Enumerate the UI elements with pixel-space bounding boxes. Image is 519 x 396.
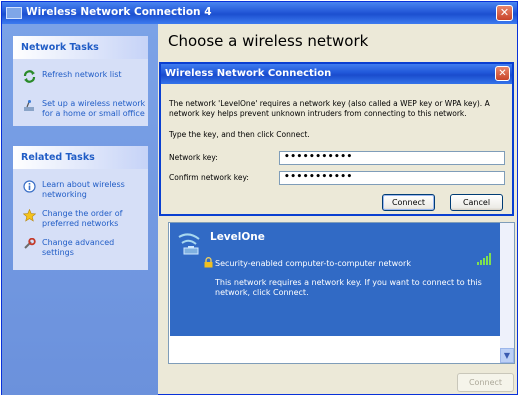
network-key-label: Network key: [169,153,218,162]
network-key-dialog: Wireless Network Connection ✕ The networ… [159,62,514,216]
confirm-network-key-label: Confirm network key: [169,173,249,182]
task-learn-wireless[interactable]: Learn about wireless networking [13,180,148,200]
cancel-button[interactable]: Cancel [450,194,503,211]
network-message: This network requires a network key. If … [215,278,482,298]
refresh-icon [23,70,36,83]
task-setup-network[interactable]: Set up a wireless network for a home or … [13,99,148,119]
window-title: Wireless Network Connection 4 [26,6,212,18]
task-label-line2: networking [42,190,87,199]
wireless-network-icon [178,233,200,255]
task-label-line2: for a home or small office [42,109,145,118]
related-tasks-heading: Related Tasks [13,146,148,169]
task-label: Refresh network list [42,70,122,79]
star-icon [23,209,36,222]
network-key-field[interactable]: ••••••••••• [279,151,505,165]
task-label-line1: Change the order of [42,209,123,218]
network-security-status: Security-enabled computer-to-computer ne… [215,259,411,268]
network-tasks-panel: Network Tasks Refresh network list Set u… [13,36,148,126]
network-icon [6,7,22,19]
network-item-levelone[interactable]: LevelOne Security-enabled computer-to-co… [170,223,501,336]
task-change-order[interactable]: Change the order of preferred networks [13,209,148,229]
task-label-line2: preferred networks [42,219,119,228]
task-refresh-network-list[interactable]: Refresh network list [13,70,148,83]
task-change-advanced-settings[interactable]: Change advanced settings [13,238,148,258]
network-list[interactable]: LevelOne Security-enabled computer-to-co… [168,222,515,364]
network-message-line2: network, click Connect. [215,288,309,297]
dialog-title-bar[interactable]: Wireless Network Connection ✕ [161,64,512,84]
dialog-description-line2: network key helps prevent unknown intrud… [169,108,467,118]
task-label-line1: Set up a wireless network [42,99,146,108]
dialog-description-line1: The network 'LevelOne' requires a networ… [169,99,490,108]
signal-strength-icon [477,253,491,265]
setup-network-icon [24,100,34,111]
network-list-scrollbar[interactable]: ▼ [500,223,514,363]
task-label-line2: settings [42,248,74,257]
close-icon[interactable]: ✕ [496,5,513,21]
task-pane: Network Tasks Refresh network list Set u… [2,24,158,395]
dialog-instruction: Type the key, and then click Connect. [169,130,310,139]
connect-button[interactable]: Connect [382,194,435,211]
page-title: Choose a wireless network [168,32,369,50]
task-label-line1: Learn about wireless [42,180,125,189]
info-icon [23,180,36,193]
related-tasks-panel: Related Tasks Learn about wireless netwo… [13,146,148,270]
scroll-down-icon[interactable]: ▼ [500,348,514,363]
dialog-description: The network 'LevelOne' requires a networ… [169,99,490,118]
dialog-title: Wireless Network Connection [165,68,332,79]
network-tasks-heading: Network Tasks [13,36,148,59]
confirm-network-key-field[interactable]: ••••••••••• [279,171,505,185]
dialog-close-icon[interactable]: ✕ [495,66,510,81]
window-title-bar[interactable]: Wireless Network Connection 4 ✕ [2,2,517,24]
settings-icon [24,238,36,249]
lock-icon [204,257,213,268]
connect-button-disabled[interactable]: Connect [457,373,514,392]
network-name: LevelOne [210,231,265,243]
task-label-line1: Change advanced [42,238,115,247]
network-message-line1: This network requires a network key. If … [215,278,482,287]
